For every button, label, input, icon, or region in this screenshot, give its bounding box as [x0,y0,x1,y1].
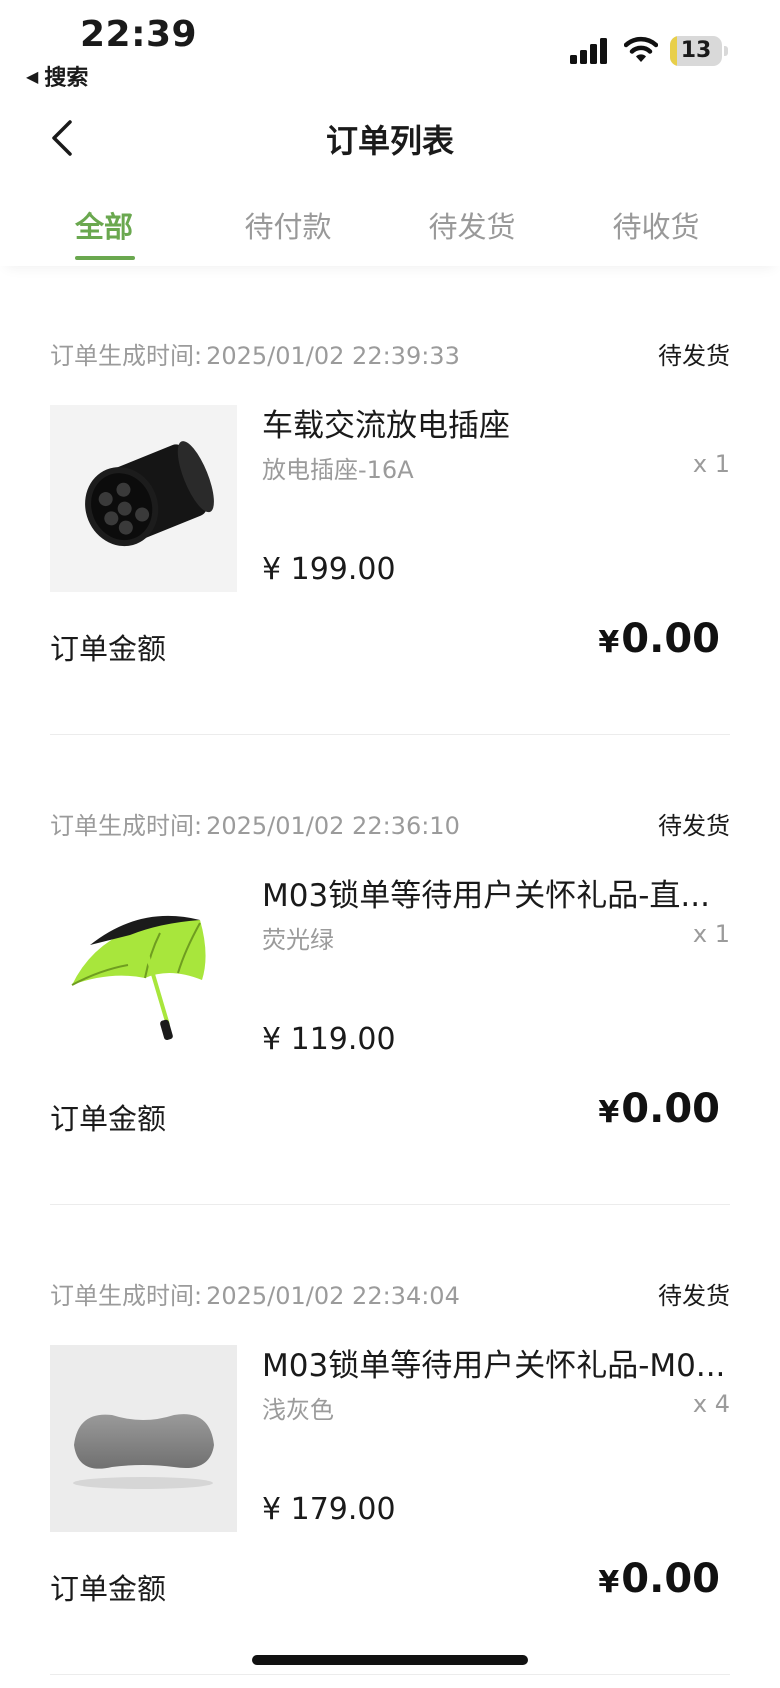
product-name: 车载交流放电插座 [262,408,510,444]
screen: 22:39 ◀ 搜索 13 订单列表 全部 待付款 待发货 待收货 订单生成时间… [0,0,780,1688]
tab-label: 待付款 [244,210,332,244]
tab-pending-receipt[interactable]: 待收货 [564,186,748,266]
order-time: 订单生成时间: 2025/01/02 22:39:33 [50,342,460,370]
back-app-label: 搜索 [44,66,89,91]
order-card[interactable]: 订单生成时间: 2025/01/02 22:36:10 待发货 M03锁单等待用户… [0,760,780,1230]
product-spec: 放电插座-16A [262,456,414,484]
divider [50,1674,730,1675]
page-title: 订单列表 [325,122,454,160]
tab-label: 待发货 [428,210,516,244]
tab-all[interactable]: 全部 [12,186,196,266]
order-total-label: 订单金额 [50,1102,167,1136]
product-spec: 荧光绿 [262,926,334,954]
product-price: ¥ 199.00 [262,552,396,587]
order-total-amount: ¥0.00 [598,1556,720,1602]
order-status: 待发货 [658,1282,730,1310]
product-name: M03锁单等待用户关怀礼品-直... [262,878,710,914]
home-indicator[interactable] [252,1655,528,1665]
discharge-socket-image[interactable] [50,405,237,592]
order-time: 订单生成时间: 2025/01/02 22:34:04 [50,1282,460,1310]
order-tabs: 全部 待付款 待发货 待收货 [0,186,780,266]
order-time: 订单生成时间: 2025/01/02 22:36:10 [50,812,460,840]
order-total-amount: ¥0.00 [598,1086,720,1132]
battery-level: 13 [680,38,712,63]
divider [50,1204,730,1205]
active-tab-indicator [75,256,135,260]
tab-label: 全部 [74,210,133,244]
nav-header: 订单列表 [0,100,780,180]
product-price: ¥ 119.00 [262,1022,396,1057]
order-list: 订单生成时间: 2025/01/02 22:39:33 待发货 车载交流放电插座… [0,290,780,1688]
order-total-label: 订单金额 [50,632,167,666]
headrest-pillow-image[interactable] [50,1345,237,1532]
tab-pending-shipment[interactable]: 待发货 [380,186,564,266]
product-name: M03锁单等待用户关怀礼品-M0... [262,1348,726,1384]
back-to-app-link[interactable]: ◀ 搜索 [26,60,88,92]
order-total-label: 订单金额 [50,1572,167,1606]
product-spec: 浅灰色 [262,1396,334,1424]
order-total-amount: ¥0.00 [598,616,720,662]
status-time: 22:39 [80,14,198,55]
order-card[interactable]: 订单生成时间: 2025/01/02 22:34:04 待发货 M03锁单等待用… [0,1230,780,1688]
divider [50,734,730,735]
status-bar: 22:39 ◀ 搜索 13 [0,0,780,96]
product-quantity: x 1 [692,920,730,948]
battery-icon: 13 [670,36,728,66]
tab-label: 待收货 [612,210,700,244]
back-triangle-icon: ◀ [26,66,39,86]
product-quantity: x 1 [692,450,730,478]
order-status: 待发货 [658,342,730,370]
product-quantity: x 4 [692,1390,730,1418]
order-card[interactable]: 订单生成时间: 2025/01/02 22:39:33 待发货 车载交流放电插座… [0,290,780,760]
product-price: ¥ 179.00 [262,1492,396,1527]
umbrella-image[interactable] [50,875,237,1062]
wifi-icon [624,36,658,62]
tab-pending-payment[interactable]: 待付款 [196,186,380,266]
cellular-signal-icon [570,38,607,64]
order-status: 待发货 [658,812,730,840]
